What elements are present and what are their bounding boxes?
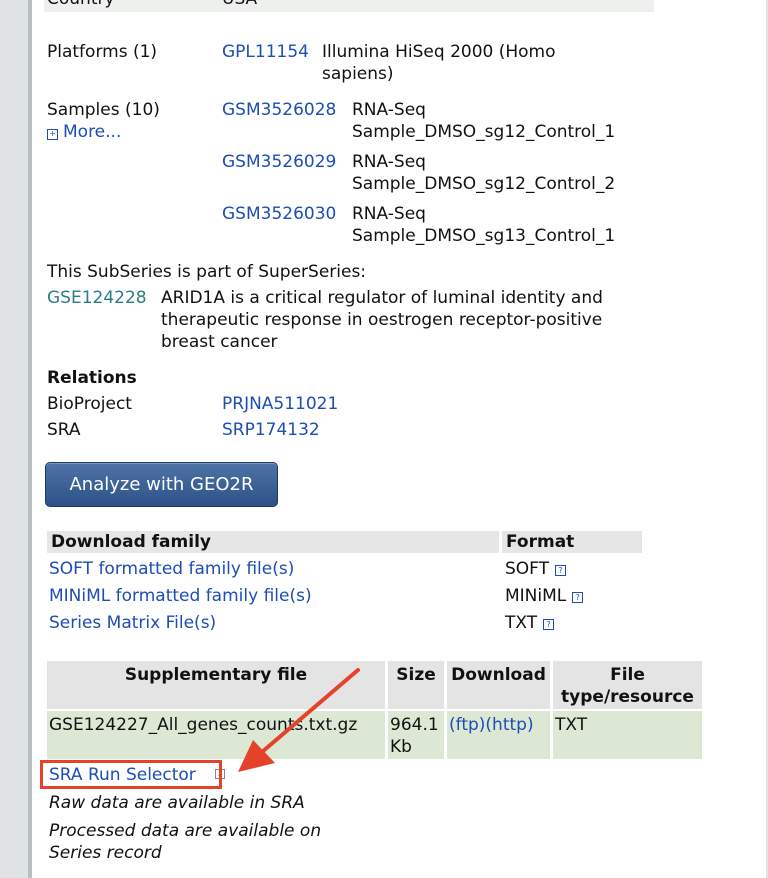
processed-data-note-line2: Series record: [49, 843, 162, 863]
processed-data-note-line1: Processed data are available on: [49, 821, 322, 841]
red-annotation-arrow: [260, 668, 360, 754]
annotation-arrow-layer: [238, 668, 360, 772]
raw-data-note: Raw data are available in SRA: [49, 793, 305, 813]
